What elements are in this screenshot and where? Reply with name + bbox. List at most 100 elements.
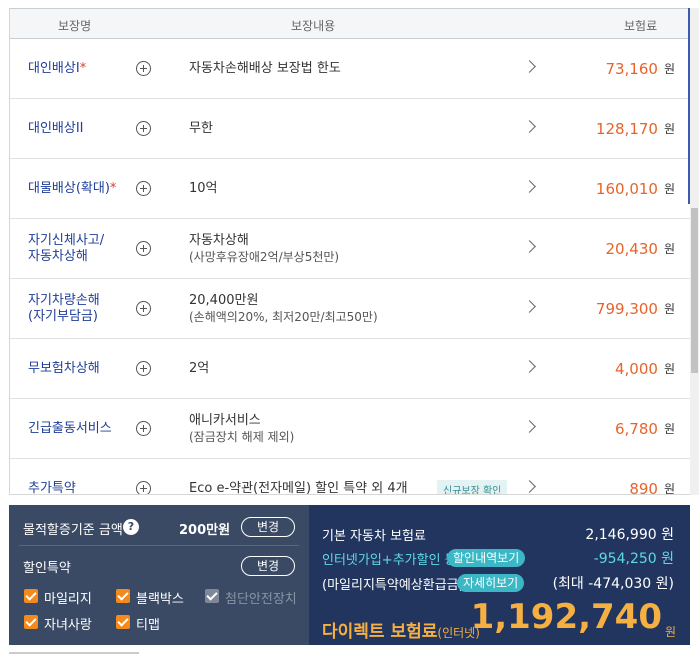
chevron-right-icon[interactable] <box>523 420 536 433</box>
expand-plus-icon[interactable] <box>136 121 151 136</box>
chevron-right-icon[interactable] <box>523 240 536 253</box>
coverage-content: 애니카서비스 (잠금장치 해제 제외) <box>189 399 294 458</box>
expand-plus-icon[interactable] <box>136 361 151 376</box>
premium-unit: 원 <box>663 182 675 196</box>
chevron-right-icon[interactable] <box>523 180 536 193</box>
property-damage-label: 물적할증기준 금액 <box>23 523 123 538</box>
coverage-name-text: 대물배상(확대) <box>28 180 110 196</box>
expand-plus-icon[interactable] <box>136 181 151 196</box>
table-header: 보장명 보장내용 보험료 <box>10 8 690 39</box>
required-mark: * <box>109 180 117 196</box>
coverage-content: 자동차상해 (사망후유장애2억/부상5천만) <box>189 219 339 278</box>
chevron-right-icon[interactable] <box>523 480 536 493</box>
premium-unit: 원 <box>663 302 675 316</box>
total-premium-value: 1,192,740 <box>470 597 662 637</box>
chevron-right-icon[interactable] <box>523 360 536 373</box>
premium-value: 160,010 <box>595 179 658 198</box>
premium-unit: 원 <box>663 242 675 256</box>
premium-value: 73,160 <box>605 59 658 78</box>
mileage-checkbox-label: 마일리지 <box>44 592 92 607</box>
coverage-content-sub: (사망후유장애2억/부상5천만) <box>189 249 340 264</box>
discount-value: -954,250 원 <box>593 551 674 567</box>
scrollbar-thumb[interactable] <box>691 208 698 373</box>
table-row[interactable]: 무보험차상해 2억 4,000 원 <box>10 339 690 399</box>
coverage-name: 자기신체사고/ 자동차상해 <box>28 219 138 278</box>
premium-unit: 원 <box>663 482 675 495</box>
premium-cell: 890 원 <box>629 459 675 495</box>
coverage-name-text: 자기신체사고/ 자동차상해 <box>28 232 105 264</box>
coverage-content: Eco e-약관(전자메일) 할인 특약 외 4개 <box>189 459 408 495</box>
table-row[interactable]: 긴급출동서비스 애니카서비스 (잠금장치 해제 제외) 6,780 원 <box>10 399 690 459</box>
premium-unit: 원 <box>663 422 675 436</box>
total-premium-label-main: 다이렉트 보험료 <box>322 622 438 642</box>
mileage-checkbox[interactable] <box>24 589 38 603</box>
expand-plus-icon[interactable] <box>136 301 151 316</box>
coverage-content: 무한 <box>189 99 213 158</box>
coverage-content-main: 자동차손해배상 보장법 한도 <box>189 60 341 76</box>
coverage-name: 무보험차상해 <box>28 339 138 398</box>
table-row[interactable]: 대인배상II 무한 128,170 원 <box>10 99 690 159</box>
change-property-button[interactable]: 변경 <box>241 517 295 537</box>
chevron-right-icon[interactable] <box>523 120 536 133</box>
divider <box>19 545 299 546</box>
coverage-name: 대인배상I * <box>28 39 138 98</box>
mileage-refund-label: (마일리지특약예상환급금) <box>322 578 464 593</box>
options-panel: 물적할증기준 금액 ? 200만원 변경 할인특약 변경 마일리지 블랙박스 첨… <box>9 505 309 645</box>
expand-plus-icon[interactable] <box>136 421 151 436</box>
chevron-right-icon[interactable] <box>523 60 536 73</box>
premium-value: 799,300 <box>595 299 658 318</box>
chevron-right-icon[interactable] <box>523 300 536 313</box>
child-checkbox[interactable] <box>24 615 38 629</box>
coverage-content: 자동차손해배상 보장법 한도 <box>189 39 341 98</box>
premium-unit: 원 <box>663 362 675 376</box>
mileage-refund-value: (최대 -474,030 원) <box>552 576 674 592</box>
discount-details-button[interactable]: 할인내역보기 <box>447 549 526 567</box>
total-premium-label: 다이렉트 보험료(인터넷) <box>322 617 480 642</box>
premium-value: 128,170 <box>595 119 658 138</box>
total-premium-unit: 원 <box>664 625 676 639</box>
discount-label: 인터넷가입+추가할인 등 <box>322 553 457 568</box>
premium-cell: 20,430 원 <box>605 219 675 278</box>
base-premium-label: 기본 자동차 보험료 <box>322 529 426 544</box>
coverage-content-main: 10억 <box>189 180 218 196</box>
coverage-content: 20,400만원 (손해액의20%, 최저20만/최고50만) <box>189 279 378 338</box>
coverage-content: 2억 <box>189 339 209 398</box>
coverage-content-main: 무한 <box>189 120 213 136</box>
property-damage-value: 200만원 <box>179 523 231 538</box>
premium-cell: 160,010 원 <box>596 159 675 218</box>
coverage-content-main: 20,400만원 <box>189 292 259 308</box>
coverage-name: 자기차량손해 (자기부담금) <box>28 279 138 338</box>
tmap-checkbox-label: 티맵 <box>136 618 160 633</box>
expand-plus-icon[interactable] <box>136 241 151 256</box>
expand-plus-icon[interactable] <box>136 481 151 494</box>
tmap-checkbox[interactable] <box>116 615 130 629</box>
coverage-name: 추가특약 <box>28 459 138 495</box>
help-icon[interactable]: ? <box>123 519 139 535</box>
mileage-details-button[interactable]: 자세히보기 <box>457 574 525 592</box>
table-row[interactable]: 자기신체사고/ 자동차상해 자동차상해 (사망후유장애2억/부상5천만) 20,430… <box>10 219 690 279</box>
coverage-content-sub: (잠금장치 해제 제외) <box>189 429 295 444</box>
coverage-content-main: 자동차상해 <box>189 232 249 248</box>
table-row[interactable]: 대인배상I * 자동차손해배상 보장법 한도 73,160 원 <box>10 39 690 99</box>
coverage-name: 긴급출동서비스 <box>28 399 138 458</box>
table-row[interactable]: 추가특약 Eco e-약관(전자메일) 할인 특약 외 4개 신규보장 확인 890 원 <box>10 459 690 495</box>
base-premium-value: 2,146,990 원 <box>585 527 674 543</box>
premium-cell: 128,170 원 <box>596 99 675 158</box>
coverage-name-text: 대인배상I <box>28 60 80 76</box>
coverage-content-sub: (손해액의20%, 최저20만/최고50만) <box>189 309 378 324</box>
blackbox-checkbox-label: 블랙박스 <box>136 592 184 607</box>
blackbox-checkbox[interactable] <box>116 589 130 603</box>
table-row[interactable]: 자기차량손해 (자기부담금) 20,400만원 (손해액의20%, 최저20만/최고… <box>10 279 690 339</box>
expand-plus-icon[interactable] <box>136 61 151 76</box>
table-row[interactable]: 대물배상(확대) * 10억 160,010 원 <box>10 159 690 219</box>
new-coverage-badge[interactable]: 신규보장 확인 <box>437 480 508 494</box>
header-premium: 보험료 <box>624 19 658 33</box>
discount-options-label: 할인특약 <box>23 561 71 576</box>
change-discount-button[interactable]: 변경 <box>241 556 295 576</box>
coverage-content-main: 2억 <box>189 360 210 376</box>
premium-cell: 799,300 원 <box>596 279 675 338</box>
coverage-content: 10억 <box>189 159 218 218</box>
coverage-name: 대물배상(확대) * <box>28 159 138 218</box>
premium-cell: 6,780 원 <box>615 399 675 458</box>
child-checkbox-label: 자녀사랑 <box>44 618 92 633</box>
